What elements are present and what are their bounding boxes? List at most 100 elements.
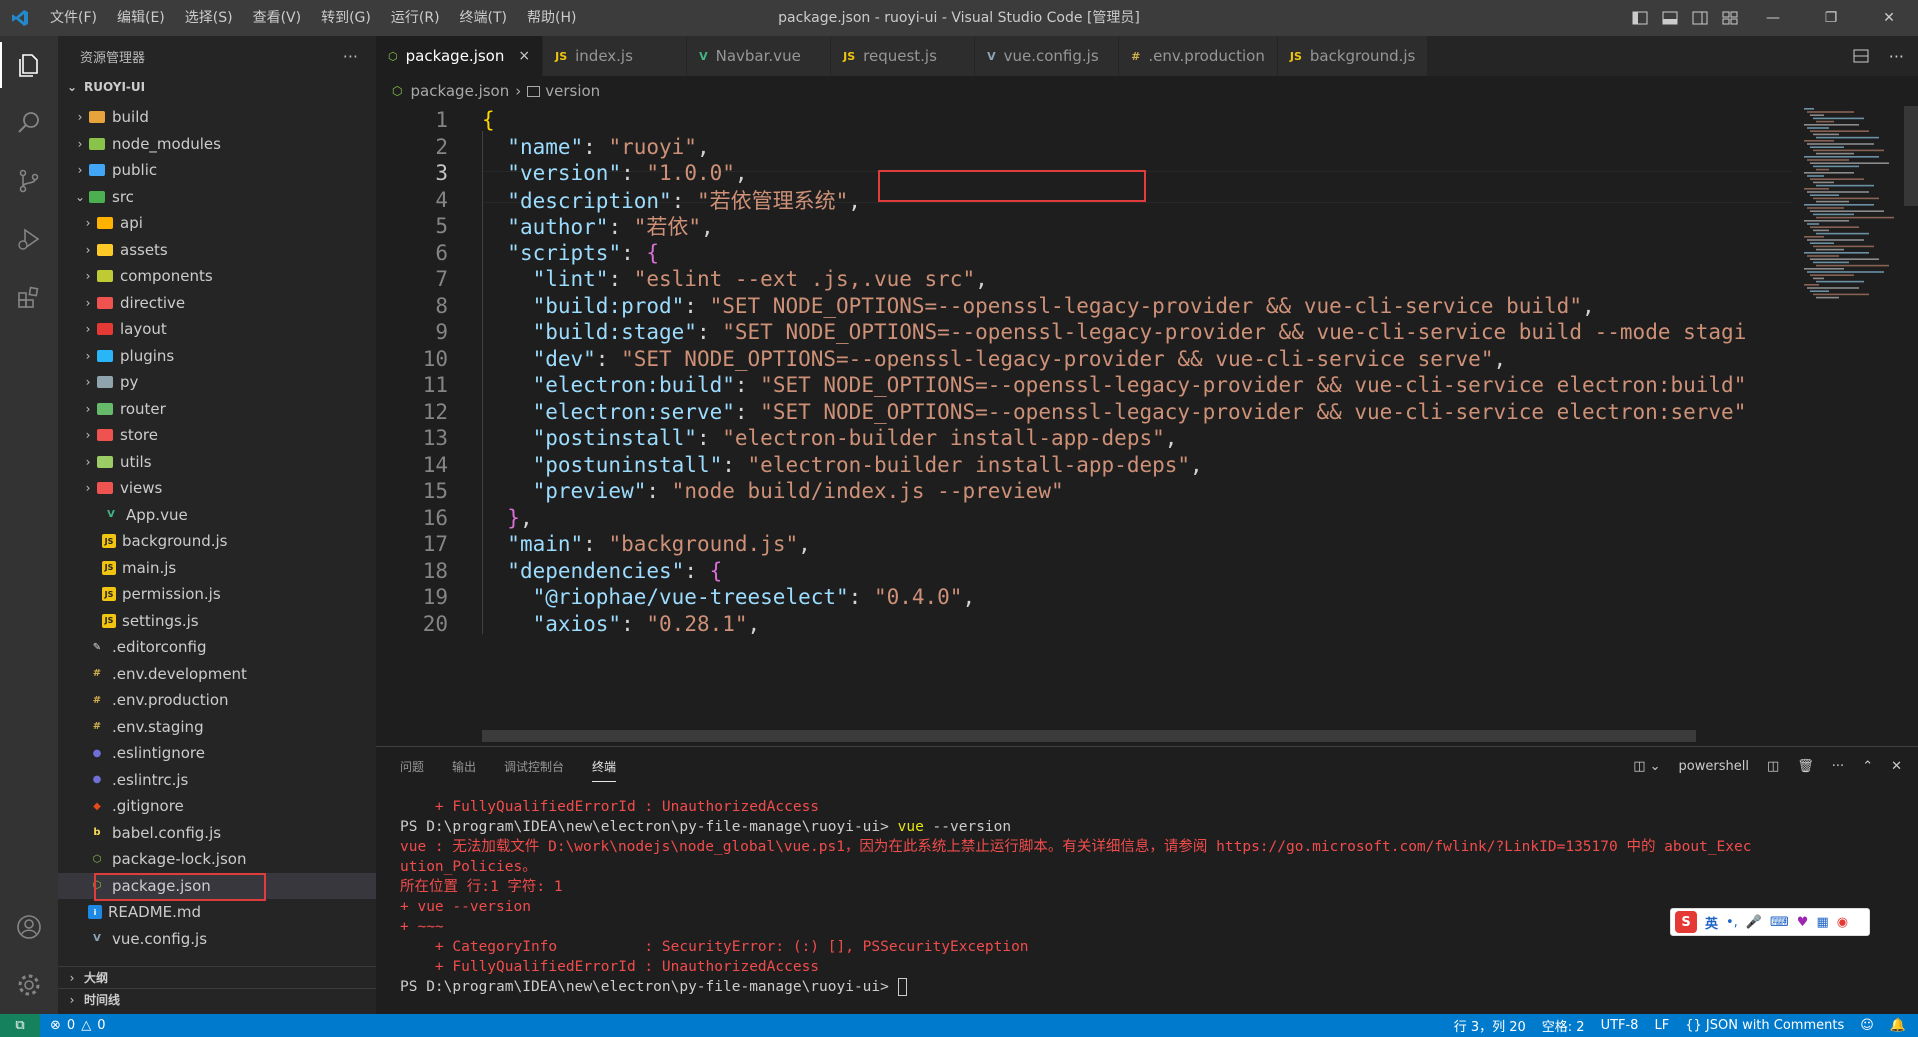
panel-tab[interactable]: 调试控制台	[504, 758, 564, 775]
horizontal-scrollbar[interactable]	[482, 730, 1696, 742]
toggle-secondary-sidebar-icon[interactable]	[1692, 10, 1708, 26]
tree-item[interactable]: › plugins	[58, 343, 376, 370]
notifications-bell-icon[interactable]: 🔔	[1890, 1018, 1906, 1033]
maximize-panel-icon[interactable]: ⌃	[1862, 759, 1873, 774]
editor-tab[interactable]: Vvue.config.js	[975, 36, 1120, 76]
editor-tab[interactable]: # .env.production	[1119, 36, 1278, 76]
editor-tab[interactable]: JS background.js	[1277, 36, 1429, 76]
tree-item[interactable]: JS main.js	[58, 555, 376, 582]
split-terminal-icon[interactable]: ◫	[1767, 759, 1779, 774]
vertical-scrollbar[interactable]	[1904, 106, 1918, 206]
tree-item[interactable]: V App.vue	[58, 502, 376, 529]
skin-icon[interactable]: ♥	[1797, 915, 1809, 930]
code-editor[interactable]: 1 {2 "name": "ruoyi", 3 "version": "1.0.0"…	[376, 106, 1918, 746]
workspace-root[interactable]: ⌄ RUOYI-UI	[58, 76, 376, 98]
explorer-icon[interactable]	[0, 36, 58, 94]
minimize-icon[interactable]: —	[1744, 0, 1802, 36]
tree-item[interactable]: # .env.development	[58, 661, 376, 688]
breadcrumb-file[interactable]: package.json	[410, 82, 509, 100]
tree-item[interactable]: › directive	[58, 290, 376, 317]
editor-tab[interactable]: JS index.js	[543, 36, 688, 76]
menu-item[interactable]: 终端(T)	[450, 0, 517, 36]
tree-item[interactable]: › build	[58, 104, 376, 131]
tree-item[interactable]: ◆ .gitignore	[58, 793, 376, 820]
ime-punct[interactable]: •,	[1726, 915, 1738, 930]
menu-item[interactable]: 帮助(H)	[517, 0, 586, 36]
tree-item[interactable]: ● .eslintrc.js	[58, 767, 376, 794]
ime-toolbar[interactable]: S 英 •, 🎤 ⌨ ♥ ▦ ◉	[1670, 908, 1870, 936]
tree-item[interactable]: JS permission.js	[58, 581, 376, 608]
toolbox-icon[interactable]: ▦	[1816, 915, 1828, 930]
terminal-output[interactable]: + FullyQualifiedErrorId : UnauthorizedAc…	[400, 797, 1900, 997]
tree-item[interactable]: › py	[58, 369, 376, 396]
tree-item[interactable]: › store	[58, 422, 376, 449]
extensions-icon[interactable]	[0, 268, 58, 326]
panel-tab[interactable]: 终端	[592, 758, 617, 782]
errors-icon[interactable]: ⊗	[50, 1018, 61, 1033]
close-panel-icon[interactable]: ✕	[1891, 759, 1902, 774]
feedback-icon[interactable]: ☺	[1860, 1018, 1874, 1033]
error-count[interactable]: 0	[67, 1018, 75, 1033]
eol[interactable]: LF	[1654, 1018, 1669, 1033]
tree-item[interactable]: i README.md	[58, 899, 376, 926]
tree-item[interactable]: # .env.staging	[58, 714, 376, 741]
tree-item[interactable]: # .env.production	[58, 687, 376, 714]
menu-item[interactable]: 选择(S)	[175, 0, 243, 36]
minimap[interactable]	[1800, 106, 1904, 346]
tree-item[interactable]: › utils	[58, 449, 376, 476]
tree-item[interactable]: ⬡ package.json	[58, 872, 376, 901]
editor-tab[interactable]: V Navbar.vue	[687, 36, 832, 76]
accounts-icon[interactable]	[0, 898, 58, 956]
tree-item[interactable]: › views	[58, 475, 376, 502]
tree-item[interactable]: ⬡ package-lock.json	[58, 846, 376, 873]
toggle-sidebar-icon[interactable]	[1632, 10, 1648, 26]
tree-item[interactable]: › layout	[58, 316, 376, 343]
tree-item[interactable]: JS background.js	[58, 528, 376, 555]
run-debug-icon[interactable]	[0, 210, 58, 268]
trash-icon[interactable]: 🗑	[1797, 759, 1814, 774]
panel-tab[interactable]: 问题	[400, 758, 424, 775]
menu-item[interactable]: 编辑(E)	[107, 0, 175, 36]
tree-item[interactable]: › public	[58, 157, 376, 184]
editor-tab[interactable]: ⬡ package.json ×	[376, 36, 544, 76]
source-control-icon[interactable]	[0, 152, 58, 210]
menu-item[interactable]: 查看(V)	[243, 0, 312, 36]
menu-item[interactable]: 运行(R)	[381, 0, 450, 36]
emoji-icon[interactable]: ◉	[1837, 915, 1848, 930]
warning-count[interactable]: 0	[97, 1018, 105, 1033]
indentation[interactable]: 空格: 2	[1542, 1016, 1585, 1035]
terminal-split-dropdown-icon[interactable]: ◫ ⌄	[1633, 759, 1660, 774]
tree-item[interactable]: › router	[58, 396, 376, 423]
more-actions-icon[interactable]: ···	[1889, 47, 1904, 66]
timeline-section[interactable]: › 时间线	[58, 988, 376, 1010]
outline-section[interactable]: › 大纲	[58, 966, 376, 988]
terminal-shell-label[interactable]: powershell	[1679, 759, 1749, 774]
more-actions-icon[interactable]: ···	[1832, 759, 1844, 774]
tree-item[interactable]: › node_modules	[58, 131, 376, 158]
toggle-panel-icon[interactable]	[1662, 10, 1678, 26]
tree-item[interactable]: b babel.config.js	[58, 820, 376, 847]
customize-layout-icon[interactable]	[1722, 10, 1738, 26]
microphone-icon[interactable]: 🎤	[1746, 915, 1762, 930]
more-actions-icon[interactable]: ···	[343, 47, 358, 66]
editor-tab[interactable]: JS request.js	[831, 36, 976, 76]
cursor-position[interactable]: 行 3，列 20	[1454, 1016, 1526, 1035]
tree-item[interactable]: Vvue.config.js	[58, 926, 376, 953]
settings-gear-icon[interactable]	[0, 956, 58, 1014]
tree-item[interactable]: › components	[58, 263, 376, 290]
menu-item[interactable]: 文件(F)	[40, 0, 107, 36]
close-window-icon[interactable]: ✕	[1860, 0, 1918, 36]
panel-tab[interactable]: 输出	[452, 758, 476, 775]
keyboard-icon[interactable]: ⌨	[1770, 915, 1789, 930]
breadcrumb-symbol[interactable]: version	[545, 82, 600, 100]
tree-item[interactable]: ⌄ src	[58, 184, 376, 211]
close-tab-icon[interactable]: ×	[518, 48, 530, 64]
language-mode[interactable]: {} JSON with Comments	[1685, 1018, 1844, 1033]
tree-item[interactable]: › api	[58, 210, 376, 237]
split-editor-icon[interactable]	[1853, 48, 1869, 64]
search-icon[interactable]	[0, 94, 58, 152]
tree-item[interactable]: ✎ .editorconfig	[58, 634, 376, 661]
ime-lang[interactable]: 英	[1705, 913, 1718, 932]
encoding[interactable]: UTF-8	[1601, 1018, 1639, 1033]
tree-item[interactable]: ● .eslintignore	[58, 740, 376, 767]
